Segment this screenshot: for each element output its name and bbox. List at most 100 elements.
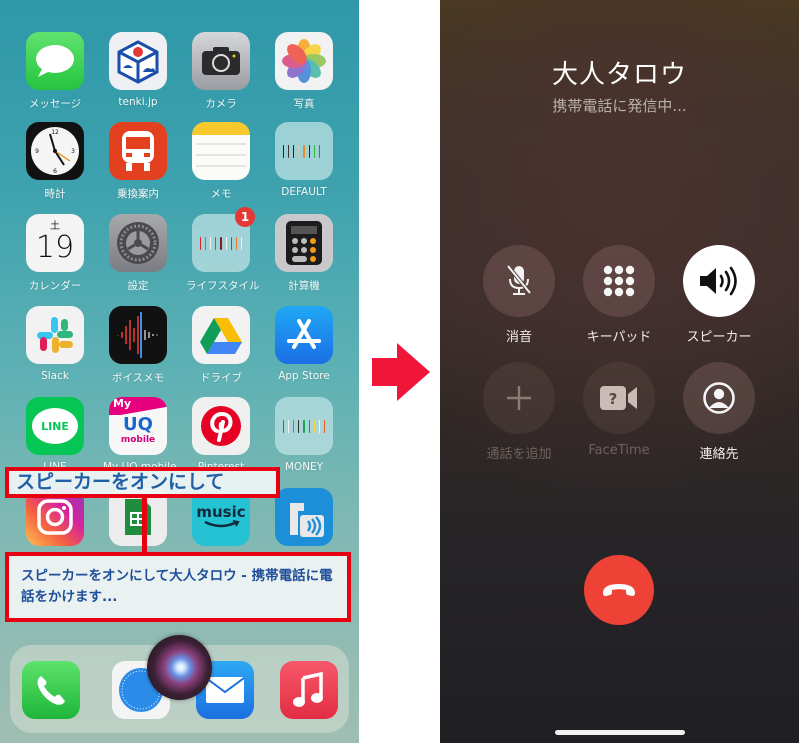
keypad-button[interactable]: キーパッド <box>574 245 664 345</box>
app-label: カレンダー <box>28 280 82 292</box>
messages-icon <box>26 32 84 90</box>
app-label: Slack <box>41 370 69 382</box>
add-call-label: 通話を追加 <box>486 447 552 462</box>
callout-connector <box>142 498 147 552</box>
radiko-icon <box>275 488 333 546</box>
speaker-button[interactable]: スピーカー <box>674 245 764 345</box>
app-voice-memos[interactable]: ボイスメモ <box>103 306 173 385</box>
app-messages[interactable]: メッセージ <box>20 32 90 111</box>
mute-label: 消音 <box>505 330 532 345</box>
camera-icon <box>192 32 250 90</box>
home-screen: メッセージ tenki.jp カメラ 写真 12 3 6 9 時計 乗換案内 メ… <box>0 0 359 743</box>
uq-sub-text: mobile <box>120 435 156 445</box>
app-notes[interactable]: メモ <box>186 122 256 201</box>
music-icon <box>280 661 338 719</box>
end-call-button[interactable] <box>584 555 654 625</box>
line-logo-text: LINE <box>32 408 78 444</box>
folder-icon <box>275 397 333 455</box>
settings-icon <box>109 214 167 272</box>
folder-icon <box>275 122 333 180</box>
uq-logo-text: UQ <box>123 414 153 435</box>
app-calendar[interactable]: 土 19 カレンダー <box>20 214 90 293</box>
app-label: 設定 <box>127 280 149 292</box>
app-folder-lifestyle[interactable]: 1 ライフスタイル <box>186 207 260 293</box>
speaker-label: スピーカー <box>686 330 752 345</box>
line-icon: LINE <box>26 397 84 455</box>
photos-icon <box>275 32 333 90</box>
speaker-icon <box>700 266 737 296</box>
notes-icon <box>192 122 250 180</box>
app-label: 乗換案内 <box>117 188 159 200</box>
siri-command-callout: スピーカーをオンにして <box>5 467 280 498</box>
amazon-music-text: music <box>196 502 246 521</box>
app-label: 写真 <box>293 98 315 110</box>
app-slack[interactable]: Slack <box>20 306 90 382</box>
app-label: ライフスタイル <box>186 280 260 292</box>
app-my-uq-mobile[interactable]: My UQ mobile My UQ mobile <box>103 397 177 473</box>
add-call-icon <box>507 386 531 410</box>
keypad-icon <box>603 265 635 297</box>
dock-app-phone[interactable] <box>16 661 86 719</box>
voice-memo-icon <box>109 306 167 364</box>
svg-text:12: 12 <box>51 129 59 136</box>
app-label: tenki.jp <box>118 96 158 108</box>
uq-mobile-icon: My UQ mobile <box>109 397 167 455</box>
app-store-icon <box>275 306 333 364</box>
google-drive-icon <box>192 306 250 364</box>
app-app-store[interactable]: App Store <box>269 306 339 382</box>
calculator-icon <box>275 214 333 272</box>
call-screen: 大人タロウ 携帯電話に発信中... 消音 キーパッド スピーカー 通話を追加 ?… <box>440 0 799 743</box>
dock-app-music[interactable] <box>274 661 344 719</box>
app-label: DEFAULT <box>281 186 327 198</box>
contacts-icon <box>703 382 735 414</box>
app-clock[interactable]: 12 3 6 9 時計 <box>20 122 90 201</box>
call-status: 携帯電話に発信中... <box>552 97 687 115</box>
svg-text:9: 9 <box>35 148 39 155</box>
caller-name: 大人タロウ <box>551 60 687 90</box>
arrow-right-icon <box>372 343 430 401</box>
phone-icon <box>22 661 80 719</box>
contacts-button[interactable]: 連絡先 <box>674 362 764 462</box>
siri-response-callout: スピーカーをオンにして大人タロウ - 携帯電話に電話をかけます... <box>5 552 351 622</box>
app-photos[interactable]: 写真 <box>269 32 339 111</box>
app-label: メモ <box>210 188 232 200</box>
app-calculator[interactable]: 計算機 <box>269 214 339 293</box>
facetime-label: FaceTime <box>588 443 650 458</box>
facetime-button[interactable]: ? FaceTime <box>574 362 664 458</box>
app-camera[interactable]: カメラ <box>186 32 256 111</box>
facetime-icon: ? <box>600 386 637 410</box>
svg-text:6: 6 <box>53 168 57 175</box>
tenki-icon <box>109 32 167 90</box>
app-norikae[interactable]: 乗換案内 <box>103 122 173 201</box>
app-label: 計算機 <box>288 280 320 292</box>
svg-text:?: ? <box>609 390 618 408</box>
pinterest-icon <box>192 397 250 455</box>
calendar-icon: 土 19 <box>26 214 84 272</box>
app-line[interactable]: LINE LINE <box>20 397 90 473</box>
notification-badge: 1 <box>235 207 255 227</box>
app-folder-default[interactable]: DEFAULT <box>269 122 339 198</box>
app-label: App Store <box>278 370 330 382</box>
calendar-day: 19 <box>35 230 75 265</box>
contacts-label: 連絡先 <box>699 447 739 462</box>
mute-button[interactable]: 消音 <box>474 245 564 345</box>
app-folder-money[interactable]: MONEY <box>269 397 339 473</box>
app-pinterest[interactable]: Pinterest <box>186 397 256 473</box>
app-label: メッセージ <box>28 98 82 110</box>
app-tenki[interactable]: tenki.jp <box>103 32 173 108</box>
mute-icon <box>506 264 532 295</box>
svg-text:3: 3 <box>71 148 75 155</box>
slack-icon <box>26 306 84 364</box>
add-call-button[interactable]: 通話を追加 <box>474 362 564 462</box>
siri-orb[interactable] <box>147 635 212 700</box>
uq-my-text: My <box>109 397 167 415</box>
clock-icon: 12 3 6 9 <box>26 122 84 180</box>
home-indicator[interactable] <box>555 730 685 735</box>
app-label: ドライブ <box>200 372 242 384</box>
app-settings[interactable]: 設定 <box>103 214 173 293</box>
app-label: ボイスメモ <box>111 372 165 384</box>
keypad-label: キーパッド <box>586 330 652 345</box>
app-google-drive[interactable]: ドライブ <box>186 306 256 385</box>
app-label: カメラ <box>205 98 237 110</box>
end-call-icon <box>603 584 635 596</box>
